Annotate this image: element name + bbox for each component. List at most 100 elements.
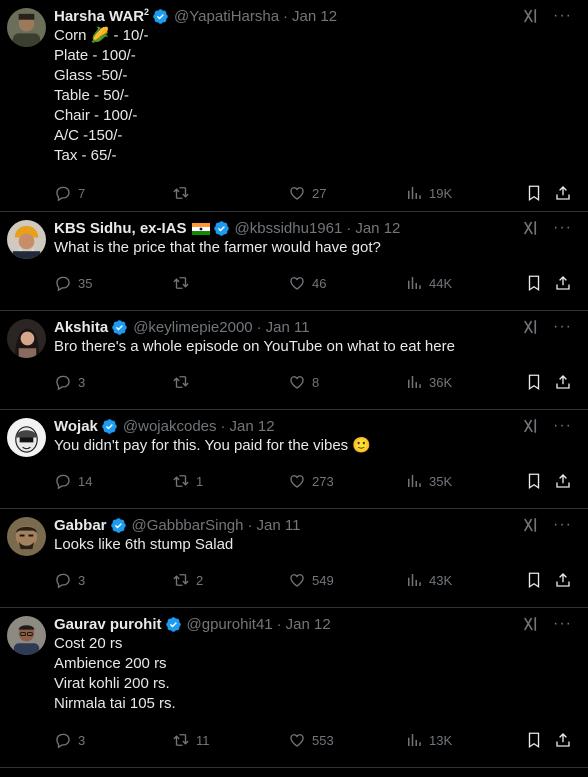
tweet[interactable]: Wojak @wojakcodes · Jan 12 You didn't pa…	[0, 410, 588, 509]
reply-button[interactable]: 3	[54, 730, 85, 750]
bookmark-button[interactable]	[525, 570, 543, 590]
timestamp[interactable]: Jan 12	[286, 616, 331, 633]
reply-icon	[54, 731, 72, 749]
bookmark-button[interactable]	[525, 372, 543, 392]
tweet[interactable]: Harsha WAR2 @YapatiHarsha · Jan 12 Corn …	[0, 0, 588, 212]
tweet-actions: 3 11 553 13K	[54, 730, 572, 750]
share-button[interactable]	[554, 372, 572, 392]
views-button[interactable]: 44K	[405, 273, 452, 293]
bookmark-button[interactable]	[525, 471, 543, 491]
more-icon[interactable]: ···	[553, 616, 572, 632]
share-button[interactable]	[554, 273, 572, 293]
bookmark-button[interactable]	[525, 273, 543, 293]
reply-button[interactable]: 3	[54, 372, 85, 392]
bookmark-button[interactable]	[525, 730, 543, 750]
retweet-icon	[172, 731, 190, 749]
timestamp[interactable]: Jan 12	[292, 8, 337, 25]
tweet-text: Bro there's a whole episode on YouTube o…	[54, 338, 455, 355]
user-handle[interactable]: @keylimepie2000	[133, 319, 252, 336]
share-button[interactable]	[554, 471, 572, 491]
more-icon[interactable]: ···	[553, 418, 572, 434]
reply-button[interactable]: 14	[54, 471, 92, 491]
like-button[interactable]: 553	[288, 730, 334, 750]
user-handle[interactable]: @gpurohit41	[187, 616, 273, 633]
timestamp[interactable]: Jan 12	[230, 418, 275, 435]
avatar[interactable]	[7, 8, 46, 47]
retweet-icon	[172, 274, 190, 292]
views-button[interactable]: 43K	[405, 570, 452, 590]
share-icon	[554, 472, 572, 490]
user-handle[interactable]: @wojakcodes	[123, 418, 217, 435]
grok-icon[interactable]	[521, 318, 539, 336]
timestamp[interactable]: Jan 11	[256, 517, 300, 534]
like-button[interactable]: 8	[288, 372, 319, 392]
retweet-icon	[172, 184, 190, 202]
display-name[interactable]: Gabbar	[54, 517, 107, 534]
retweet-button[interactable]: 11	[172, 730, 210, 750]
grok-icon[interactable]	[521, 7, 539, 25]
bookmark-icon	[525, 184, 543, 202]
like-button[interactable]: 273	[288, 471, 334, 491]
separator: ·	[276, 615, 282, 633]
reply-button[interactable]: 35	[54, 273, 92, 293]
user-handle[interactable]: @kbssidhu1961	[235, 220, 343, 237]
avatar[interactable]	[7, 319, 46, 358]
avatar[interactable]	[7, 616, 46, 655]
retweet-button[interactable]	[172, 183, 196, 203]
display-name[interactable]: Akshita	[54, 319, 108, 336]
views-button[interactable]: 13K	[405, 730, 452, 750]
retweet-icon	[172, 571, 190, 589]
retweet-button[interactable]	[172, 273, 196, 293]
display-name[interactable]: Wojak	[54, 418, 98, 435]
retweet-button[interactable]: 1	[172, 471, 203, 491]
reply-icon	[54, 274, 72, 292]
grok-icon[interactable]	[521, 417, 539, 435]
reply-feed: Harsha WAR2 @YapatiHarsha · Jan 12 Corn …	[0, 0, 588, 768]
retweet-button[interactable]	[172, 372, 196, 392]
avatar[interactable]	[7, 220, 46, 259]
more-icon[interactable]: ···	[553, 517, 572, 533]
timestamp[interactable]: Jan 12	[355, 220, 400, 237]
tweet[interactable]: Gabbar @GabbbarSingh · Jan 11 Looks like…	[0, 509, 588, 608]
tweet-text: Cost 20 rs Ambience 200 rs Virat kohli 2…	[54, 635, 176, 712]
grok-icon[interactable]	[521, 615, 539, 633]
share-icon	[554, 373, 572, 391]
separator: ·	[283, 7, 289, 25]
views-icon	[405, 571, 423, 589]
share-button[interactable]	[554, 730, 572, 750]
tweet[interactable]: KBS Sidhu, ex-IAS @kbssidhu1961 · Jan 12…	[0, 212, 588, 311]
user-handle[interactable]: @YapatiHarsha	[174, 8, 279, 25]
views-button[interactable]: 36K	[405, 372, 452, 392]
views-button[interactable]: 35K	[405, 471, 452, 491]
like-icon	[288, 373, 306, 391]
retweet-button[interactable]: 2	[172, 570, 203, 590]
like-button[interactable]: 46	[288, 273, 326, 293]
more-icon[interactable]: ···	[553, 220, 572, 236]
views-button[interactable]: 19K	[405, 183, 452, 203]
display-name[interactable]: Gaurav purohit	[54, 616, 162, 633]
display-name[interactable]: Harsha WAR2	[54, 7, 149, 25]
share-button[interactable]	[554, 183, 572, 203]
user-handle[interactable]: @GabbbarSingh	[132, 517, 244, 534]
bookmark-button[interactable]	[525, 183, 543, 203]
tweet-text: Corn 🌽 - 10/- Plate - 100/- Glass -50/- …	[54, 27, 149, 164]
like-button[interactable]: 549	[288, 570, 334, 590]
verified-badge-icon	[101, 418, 118, 435]
bookmark-icon	[525, 472, 543, 490]
more-icon[interactable]: ···	[553, 8, 572, 24]
reply-button[interactable]: 7	[54, 183, 85, 203]
like-button[interactable]: 27	[288, 183, 326, 203]
more-icon[interactable]: ···	[553, 319, 572, 335]
share-button[interactable]	[554, 570, 572, 590]
reply-button[interactable]: 3	[54, 570, 85, 590]
grok-icon[interactable]	[521, 516, 539, 534]
avatar[interactable]	[7, 418, 46, 457]
grok-icon[interactable]	[521, 219, 539, 237]
display-name[interactable]: KBS Sidhu, ex-IAS	[54, 220, 187, 237]
tweet[interactable]: Akshita @keylimepie2000 · Jan 11 Bro the…	[0, 311, 588, 410]
timestamp[interactable]: Jan 11	[266, 319, 310, 336]
avatar[interactable]	[7, 517, 46, 556]
tweet[interactable]: Gaurav purohit @gpurohit41 · Jan 12 Cost…	[0, 608, 588, 768]
tweet-actions: 14 1 273 35K	[54, 471, 572, 491]
tweet-text: Looks like 6th stump Salad	[54, 536, 234, 553]
